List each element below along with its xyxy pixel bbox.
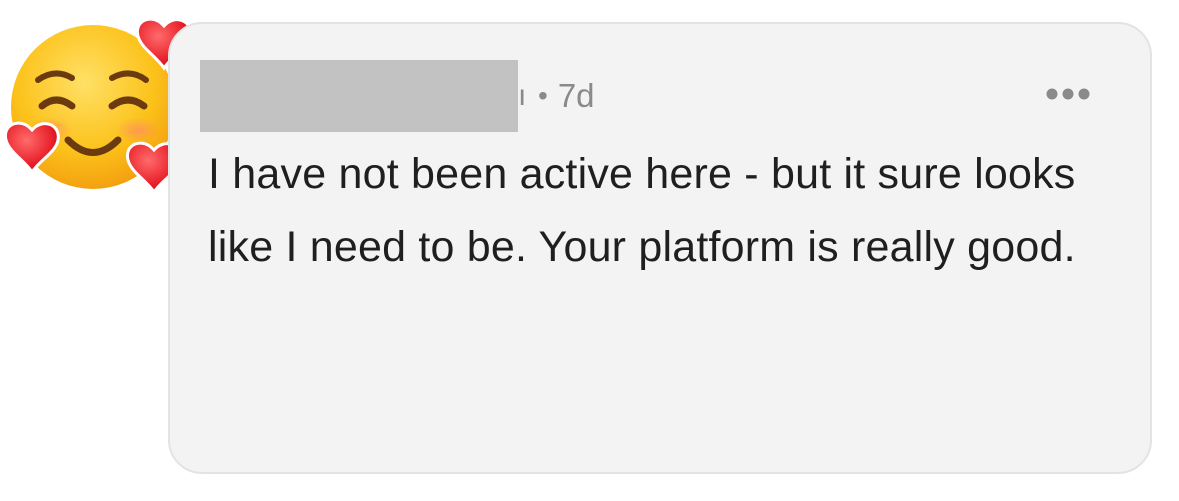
smiling-face-with-hearts-icon[interactable] bbox=[0, 10, 195, 195]
comment-screenshot: ı • 7d I have not been active here - but… bbox=[0, 0, 1179, 501]
more-options-button[interactable] bbox=[1040, 76, 1096, 112]
comment-timestamp[interactable]: 7d bbox=[558, 60, 595, 132]
comment-body: I have not been active here - but it sur… bbox=[208, 150, 1076, 271]
author-name-tail: ı bbox=[518, 79, 526, 112]
comment-meta: ı • 7d bbox=[200, 60, 595, 132]
more-options-ellipsis-icon bbox=[1046, 88, 1090, 100]
meta-separator: • bbox=[538, 80, 548, 111]
author-name-redacted[interactable] bbox=[200, 60, 518, 132]
